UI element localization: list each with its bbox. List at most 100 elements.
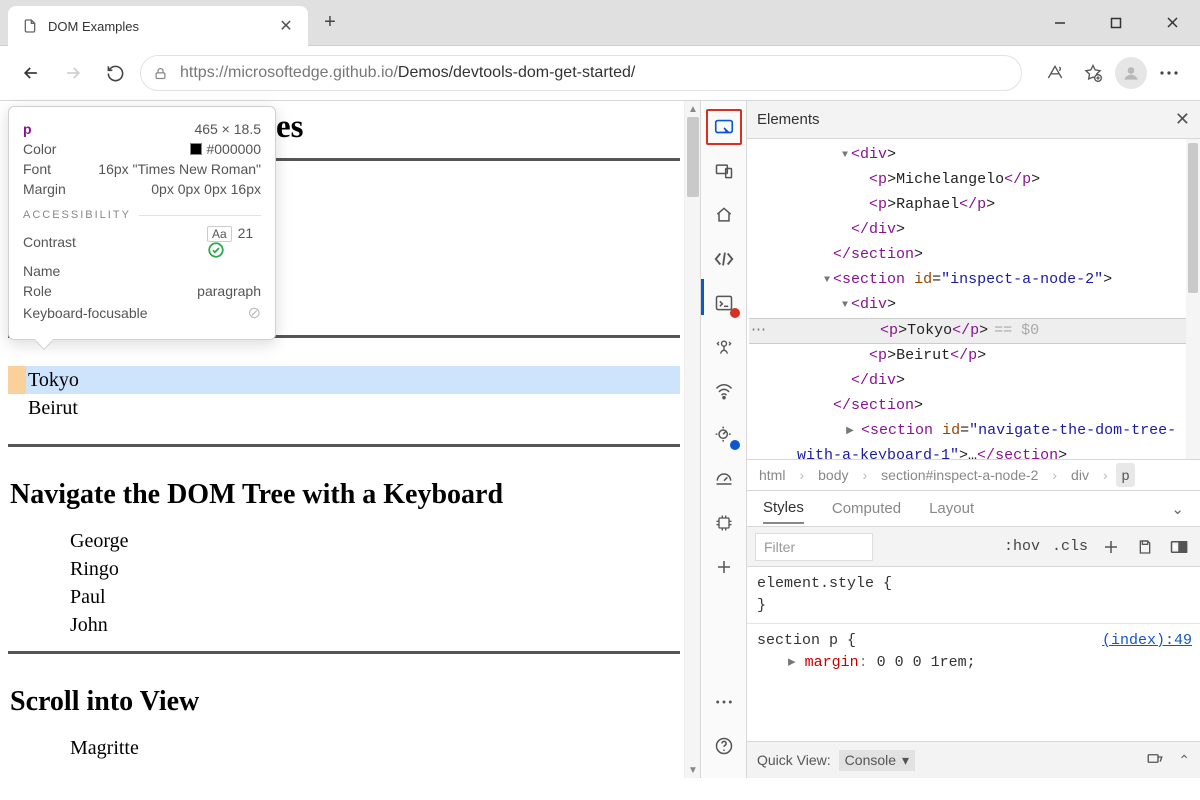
scroll-up-icon[interactable]: ▲ bbox=[685, 101, 701, 117]
hov-toggle[interactable]: :hov bbox=[1002, 534, 1042, 559]
window-titlebar: DOM Examples ✕ + bbox=[0, 0, 1200, 46]
list-item: John bbox=[56, 611, 680, 639]
margin-value: 0px 0px 0px 16px bbox=[151, 181, 261, 197]
dom-node[interactable]: <p>Michelangelo</p> bbox=[749, 168, 1186, 193]
dom-tree[interactable]: ▼<div> <p>Michelangelo</p> <p>Raphael</p… bbox=[747, 139, 1186, 459]
chevron-down-icon: ▾ bbox=[902, 752, 909, 769]
favorite-icon[interactable] bbox=[1076, 56, 1110, 90]
dom-node[interactable]: </div> bbox=[749, 218, 1186, 243]
scrollbar-thumb[interactable] bbox=[687, 117, 699, 197]
profile-button[interactable] bbox=[1114, 56, 1148, 90]
device-emulation-icon[interactable] bbox=[706, 153, 742, 189]
info-badge bbox=[730, 440, 740, 450]
dom-node[interactable]: ⋯ <p>Tokyo</p>== $0 bbox=[749, 318, 1186, 344]
tab-computed[interactable]: Computed bbox=[832, 494, 901, 523]
page-scrollbar[interactable]: ▲ ▼ bbox=[684, 101, 700, 778]
styles-rules[interactable]: element.style { } section p {(index):49 … bbox=[747, 567, 1200, 742]
inspect-element-tool-icon[interactable] bbox=[706, 109, 742, 145]
back-button[interactable] bbox=[14, 56, 48, 90]
save-icon[interactable] bbox=[1132, 539, 1158, 555]
label: Role bbox=[23, 283, 52, 299]
welcome-icon[interactable] bbox=[706, 197, 742, 233]
section-heading: Navigate the DOM Tree with a Keyboard bbox=[10, 479, 680, 511]
new-rule-icon[interactable] bbox=[1098, 538, 1124, 556]
help-icon[interactable] bbox=[706, 728, 742, 764]
quick-view-select[interactable]: Console ▾ bbox=[839, 750, 915, 771]
divider bbox=[8, 444, 680, 447]
breadcrumb-item[interactable]: section#inspect-a-node-2 bbox=[875, 463, 1044, 487]
error-badge bbox=[730, 308, 740, 318]
maximize-icon[interactable] bbox=[1088, 0, 1144, 45]
dom-node[interactable]: ▼<div> bbox=[749, 143, 1186, 168]
more-icon[interactable] bbox=[1152, 56, 1186, 90]
label: Name bbox=[23, 263, 60, 279]
refresh-button[interactable] bbox=[98, 56, 132, 90]
minimize-icon[interactable] bbox=[1032, 0, 1088, 45]
toggle-pane-icon[interactable] bbox=[1166, 540, 1192, 554]
cls-toggle[interactable]: .cls bbox=[1050, 534, 1090, 559]
a11y-header: ACCESSIBILITY bbox=[23, 209, 261, 221]
label: Color bbox=[23, 141, 56, 157]
tab-styles[interactable]: Styles bbox=[763, 493, 804, 524]
sources-icon[interactable] bbox=[706, 329, 742, 365]
elements-icon[interactable] bbox=[706, 241, 742, 277]
application-icon[interactable] bbox=[706, 505, 742, 541]
forward-button[interactable] bbox=[56, 56, 90, 90]
styles-tab-bar: Styles Computed Layout ⌄ bbox=[747, 491, 1200, 527]
window-controls bbox=[1032, 0, 1200, 45]
console-icon[interactable] bbox=[706, 285, 742, 321]
address-bar[interactable]: https://microsoftedge.github.io/Demos/de… bbox=[140, 55, 1022, 91]
dom-node[interactable]: </section> bbox=[749, 394, 1186, 419]
color-swatch bbox=[190, 143, 202, 155]
devtools-close-icon[interactable]: ✕ bbox=[1175, 109, 1190, 130]
network-icon[interactable] bbox=[706, 373, 742, 409]
breadcrumb[interactable]: html body section#inspect-a-node-2 divp bbox=[747, 459, 1200, 491]
dom-node[interactable]: </div> bbox=[749, 369, 1186, 394]
dom-node[interactable]: <p>Raphael</p> bbox=[749, 193, 1186, 218]
inspected-element-highlight[interactable]: Tokyo bbox=[8, 366, 680, 394]
page-icon bbox=[22, 18, 38, 34]
check-icon bbox=[207, 241, 261, 259]
close-window-icon[interactable] bbox=[1144, 0, 1200, 45]
new-tab-button[interactable]: + bbox=[308, 0, 352, 45]
contrast-badge: Aa bbox=[207, 226, 232, 242]
browser-tab[interactable]: DOM Examples ✕ bbox=[8, 6, 308, 46]
rule-element-style: element.style { bbox=[757, 573, 1192, 595]
scroll-down-icon[interactable]: ▼ bbox=[685, 762, 701, 778]
chevron-up-icon[interactable]: ⌃ bbox=[1178, 752, 1190, 769]
label: Keyboard-focusable bbox=[23, 305, 148, 321]
breadcrumb-item[interactable]: html bbox=[753, 463, 791, 487]
dom-node[interactable]: <p>Beirut</p> bbox=[749, 344, 1186, 369]
dom-node[interactable]: ▼<section id="inspect-a-node-2"> bbox=[749, 268, 1186, 293]
breadcrumb-item[interactable]: p bbox=[1116, 463, 1136, 487]
css-declaration[interactable]: ▸ margin: 0 0 0 1rem; bbox=[757, 652, 1192, 674]
read-aloud-icon[interactable] bbox=[1038, 56, 1072, 90]
rule-source-link[interactable]: (index):49 bbox=[1102, 630, 1192, 652]
issues-icon[interactable] bbox=[1146, 752, 1164, 769]
scrollbar-thumb[interactable] bbox=[1188, 143, 1198, 293]
breadcrumb-item[interactable]: div bbox=[1065, 463, 1095, 487]
chevron-down-icon[interactable]: ⌄ bbox=[1171, 500, 1184, 518]
list-item: Paul bbox=[56, 583, 680, 611]
dom-node[interactable]: </section> bbox=[749, 243, 1186, 268]
breadcrumb-item[interactable]: body bbox=[812, 463, 854, 487]
tab-close-icon[interactable]: ✕ bbox=[278, 16, 294, 36]
url-path: Demos/devtools-dom-get-started/ bbox=[398, 64, 635, 82]
dom-scrollbar[interactable] bbox=[1186, 139, 1200, 459]
memory-icon[interactable] bbox=[706, 461, 742, 497]
rule-close: } bbox=[757, 595, 1192, 617]
styles-filter-input[interactable]: Filter bbox=[755, 533, 873, 561]
dom-node[interactable]: ▶<section id="navigate-the-dom-tree-with… bbox=[749, 419, 1186, 459]
label: Margin bbox=[23, 181, 66, 197]
performance-icon[interactable] bbox=[706, 417, 742, 453]
more-tools-icon[interactable] bbox=[706, 549, 742, 585]
tab-title: DOM Examples bbox=[48, 19, 268, 34]
dom-node[interactable]: ▼<div> bbox=[749, 293, 1186, 318]
overflow-icon[interactable] bbox=[706, 684, 742, 720]
content-list: GeorgeRingoPaulJohn bbox=[16, 527, 680, 639]
quick-view-bar: Quick View: Console ▾ ⌃ bbox=[747, 742, 1200, 778]
no-icon: ⊘ bbox=[248, 303, 261, 323]
tab-layout[interactable]: Layout bbox=[929, 494, 974, 523]
list-item: Magritte bbox=[56, 734, 680, 762]
label: Font bbox=[23, 161, 51, 177]
